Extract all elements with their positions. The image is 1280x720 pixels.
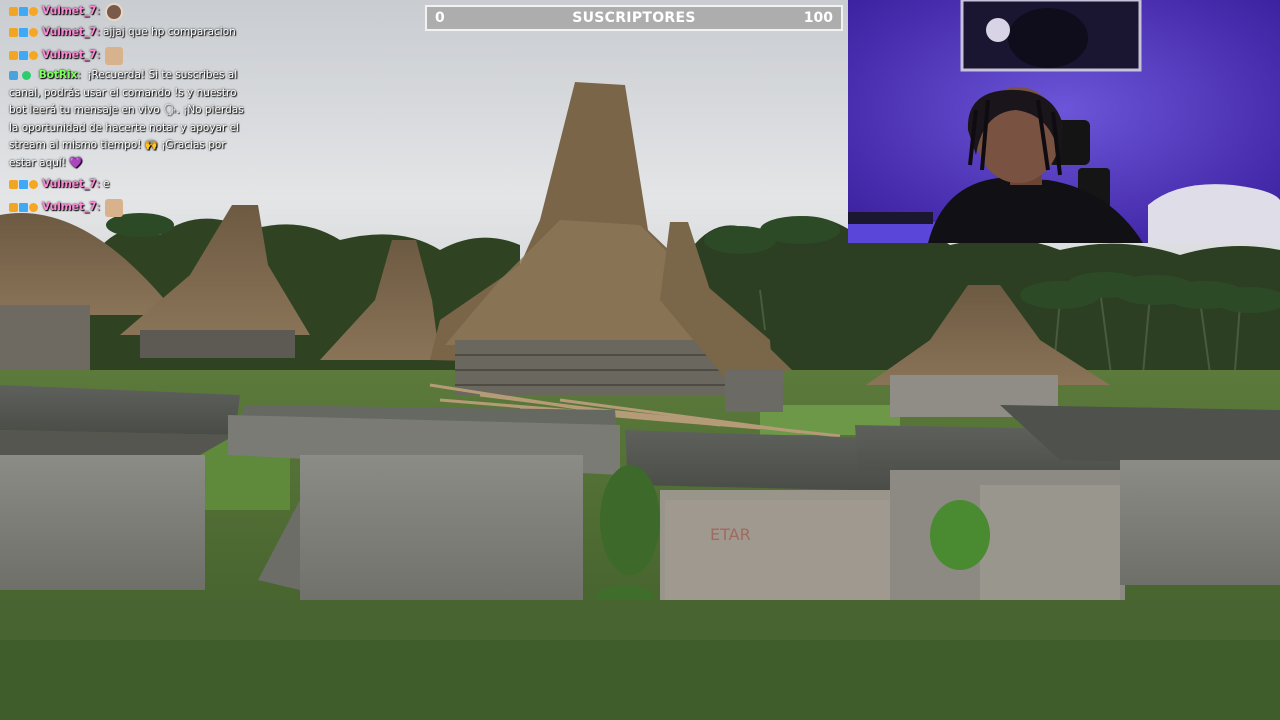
subscriber-goal-bar: 0 SUSCRIPTORES 100 bbox=[425, 5, 843, 31]
chat-text: ¡Recuerda! Si te suscribes al canal, pod… bbox=[9, 69, 244, 169]
goal-title: SUSCRIPTORES bbox=[572, 10, 696, 26]
moderator-badge-icon bbox=[9, 203, 18, 212]
subscriber-badge-icon bbox=[19, 51, 28, 60]
warning-badge-icon bbox=[29, 180, 38, 189]
robot-badge-icon bbox=[9, 70, 18, 80]
chat-text: ajjaj que hp comparacion bbox=[103, 26, 236, 38]
chat-message: Vulmet_7: bbox=[9, 44, 124, 67]
avatar-emote-icon bbox=[105, 2, 124, 21]
warning-badge-icon bbox=[29, 203, 38, 212]
subscriber-badge-icon bbox=[19, 28, 28, 37]
chat-username: Vulmet_7 bbox=[42, 49, 97, 61]
chat-text: e bbox=[103, 178, 110, 190]
chat-message: Vulmet_7: e bbox=[9, 173, 109, 196]
chat-username: Vulmet_7 bbox=[42, 5, 97, 17]
chat-message: BotRix: ¡Recuerda! Si te suscribes al ca… bbox=[9, 69, 244, 169]
subscriber-badge-icon bbox=[19, 7, 28, 16]
chat-username: Vulmet_7 bbox=[42, 201, 97, 213]
chat-message: Vulmet_7: bbox=[9, 0, 124, 23]
dog-emote-icon bbox=[105, 46, 124, 65]
chat-username: Vulmet_7 bbox=[42, 26, 97, 38]
webcam-feed bbox=[848, 0, 1280, 243]
goal-max-value: 100 bbox=[803, 10, 833, 26]
svg-text:ETAR: ETAR bbox=[710, 525, 751, 544]
chat-message: Vulmet_7: ajjaj que hp comparacion bbox=[9, 21, 236, 44]
chat-username: BotRix bbox=[38, 69, 78, 81]
warning-badge-icon bbox=[29, 51, 38, 60]
moderator-badge-icon bbox=[9, 7, 18, 16]
dog-emote-icon bbox=[105, 198, 124, 217]
subscriber-badge-icon bbox=[19, 180, 28, 189]
moderator-badge-icon bbox=[9, 28, 18, 37]
warning-badge-icon bbox=[29, 28, 38, 37]
chat-username: Vulmet_7 bbox=[42, 178, 97, 190]
moderator-badge-icon bbox=[9, 180, 18, 189]
chat-message: Vulmet_7: bbox=[9, 196, 124, 219]
warning-badge-icon bbox=[29, 7, 38, 16]
subscriber-badge-icon bbox=[19, 203, 28, 212]
verified-badge-icon bbox=[22, 70, 32, 80]
moderator-badge-icon bbox=[9, 51, 18, 60]
